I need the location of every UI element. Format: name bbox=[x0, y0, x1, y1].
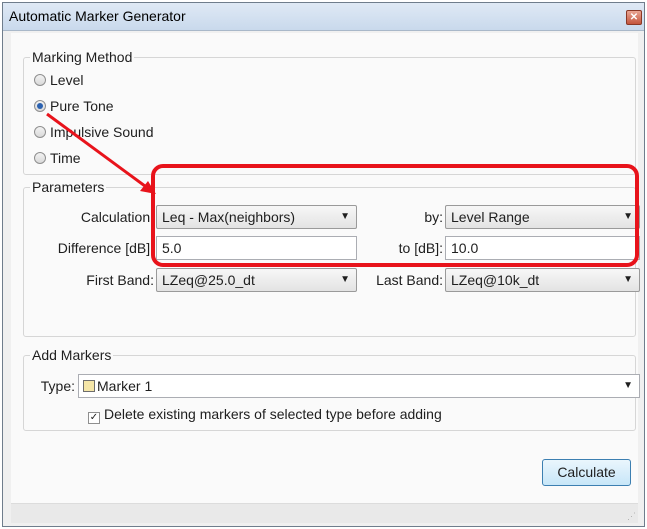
dialog-body: Marking Method Level Pure Tone Impulsive… bbox=[11, 33, 640, 523]
radio-selected-icon[interactable] bbox=[34, 100, 46, 112]
calculation-label: Calculation: bbox=[80, 209, 154, 225]
last-band-value: LZeq@10k_dt bbox=[451, 272, 540, 288]
radio-label: Pure Tone bbox=[50, 98, 114, 114]
add-markers-title: Add Markers bbox=[30, 346, 114, 364]
marker-type-dropdown[interactable]: Marker 1 ▼ bbox=[78, 374, 640, 398]
first-band-value: LZeq@25.0_dt bbox=[162, 272, 255, 288]
first-band-label: First Band: bbox=[86, 272, 154, 288]
radio-label: Level bbox=[50, 72, 84, 88]
chevron-down-icon: ▼ bbox=[340, 274, 350, 285]
close-icon[interactable]: ✕ bbox=[626, 10, 642, 25]
marker-color-swatch bbox=[83, 380, 95, 392]
last-band-dropdown[interactable]: LZeq@10k_dt ▼ bbox=[445, 268, 640, 292]
radio-pure-tone[interactable]: Pure Tone bbox=[34, 97, 114, 115]
radio-label: Time bbox=[50, 150, 81, 166]
title-bar: Automatic Marker Generator ✕ bbox=[3, 3, 644, 31]
radio-icon[interactable] bbox=[34, 74, 46, 86]
radio-label: Impulsive Sound bbox=[50, 124, 154, 140]
type-label: Type: bbox=[40, 378, 75, 394]
marking-method-title: Marking Method bbox=[30, 48, 135, 66]
dialog-window: Automatic Marker Generator ✕ Marking Met… bbox=[2, 2, 645, 527]
marker-type-text: Marker 1 bbox=[97, 378, 153, 394]
marking-method-group: Marking Method Level Pure Tone Impulsive… bbox=[23, 48, 636, 175]
difference-label: Difference [dB]: bbox=[57, 240, 154, 256]
first-band-dropdown[interactable]: LZeq@25.0_dt ▼ bbox=[156, 268, 357, 292]
radio-level[interactable]: Level bbox=[34, 71, 83, 89]
parameters-title: Parameters bbox=[30, 178, 107, 196]
chevron-down-icon: ▼ bbox=[623, 380, 633, 391]
radio-icon[interactable] bbox=[34, 152, 46, 164]
last-band-label: Last Band: bbox=[376, 272, 443, 288]
radio-icon[interactable] bbox=[34, 126, 46, 138]
delete-existing-checkbox-row[interactable]: ✓ Delete existing markers of selected typ… bbox=[88, 405, 442, 424]
checkbox-checked-icon[interactable]: ✓ bbox=[88, 412, 100, 424]
chevron-down-icon: ▼ bbox=[623, 274, 633, 285]
radio-time[interactable]: Time bbox=[34, 149, 81, 167]
calculate-button[interactable]: Calculate bbox=[542, 459, 631, 486]
delete-existing-label: Delete existing markers of selected type… bbox=[104, 406, 442, 422]
resize-grip-icon[interactable]: ⋰ bbox=[627, 511, 636, 522]
window-title: Automatic Marker Generator bbox=[9, 8, 186, 24]
radio-impulsive-sound[interactable]: Impulsive Sound bbox=[34, 123, 154, 141]
marker-type-value: Marker 1 bbox=[83, 378, 152, 394]
status-bar: ⋰ bbox=[11, 503, 638, 523]
annotation-highlight-box bbox=[151, 164, 639, 267]
